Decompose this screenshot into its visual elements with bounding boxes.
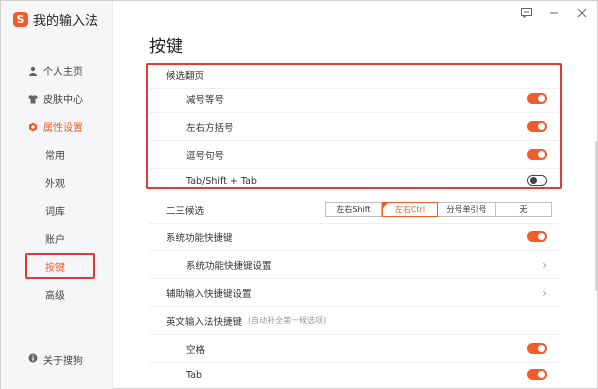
highlight-keys-box (25, 253, 95, 279)
sidebar-item-profile[interactable]: 个人主页 (28, 63, 83, 78)
option-label: 辅助输入快捷键设置 (166, 288, 252, 300)
system-shortcut-toggle[interactable] (527, 231, 547, 242)
about-link[interactable]: 关于搜狗 (28, 352, 83, 367)
second-third-segmented-control: 左右Shift 左右Ctrl 分号单引号 无 (325, 202, 552, 217)
option-label: 系统功能快捷键设置 (186, 260, 272, 272)
shirt-icon (28, 94, 38, 104)
tab-toggle[interactable] (527, 369, 547, 380)
space-toggle[interactable] (527, 343, 547, 354)
settings-icon (28, 122, 38, 132)
sidebar-item-label: 皮肤中心 (43, 95, 83, 106)
candidate-paging-highlight-box (146, 63, 562, 189)
app-title: 我的输入法 (33, 14, 99, 29)
info-icon (28, 353, 38, 366)
minimize-icon[interactable] (547, 6, 561, 20)
sidebar-item-label: 属性设置 (43, 123, 83, 134)
option-note: (自动补全第一候选项) (248, 316, 327, 325)
sidebar-subitem-dictionary[interactable]: 词库 (45, 203, 65, 218)
sogou-logo-icon: S (13, 12, 28, 27)
option-label: Tab (186, 369, 203, 381)
person-icon (28, 66, 38, 76)
english-shortcut-header-row: 英文输入法快捷键 (自动补全第一候选项) (149, 307, 559, 335)
choice-semicolon-quote[interactable]: 分号单引号 (438, 203, 496, 216)
sidebar-subitem-common[interactable]: 常用 (45, 147, 65, 162)
scrollbar[interactable] (595, 141, 597, 291)
option-label: 系统功能快捷键 (166, 232, 233, 244)
window-controls (519, 6, 589, 20)
option-label: 英文输入法快捷键 (166, 316, 243, 328)
sidebar-subitem-account[interactable]: 账户 (45, 231, 65, 246)
choice-left-right-shift[interactable]: 左右Shift (326, 203, 382, 216)
sidebar-item-label: 个人主页 (43, 67, 83, 78)
about-label: 关于搜狗 (43, 356, 83, 367)
option-row-space: 空格 (149, 335, 559, 363)
feedback-icon[interactable] (519, 6, 533, 20)
sidebar-item-settings[interactable]: 属性设置 (28, 119, 83, 134)
close-icon[interactable] (575, 6, 589, 20)
chevron-right-icon: › (542, 258, 547, 272)
page-title: 按键 (149, 37, 183, 57)
choice-none[interactable]: 无 (496, 203, 551, 216)
choice-left-right-ctrl[interactable]: 左右Ctrl (382, 202, 438, 217)
option-label: 二三候选 (166, 205, 205, 217)
option-label: 空格 (186, 344, 206, 356)
aux-input-shortcut-row[interactable]: 辅助输入快捷键设置 › (149, 279, 559, 307)
sidebar-item-skins[interactable]: 皮肤中心 (28, 91, 83, 106)
sidebar-subitem-appearance[interactable]: 外观 (45, 175, 65, 190)
sidebar-subitem-advanced[interactable]: 高级 (45, 287, 65, 302)
system-shortcut-settings-row[interactable]: 系统功能快捷键设置 › (149, 251, 559, 279)
option-row-tab: Tab (149, 361, 559, 389)
chevron-right-icon: › (542, 286, 547, 300)
system-shortcut-row: 系统功能快捷键 (149, 223, 559, 251)
app-logo: S 我的输入法 (13, 10, 98, 29)
sidebar: S 我的输入法 个人主页 皮肤中心 属性设置 常用 外观 词库 账户 按键 高级 (1, 1, 113, 389)
settings-window: S 我的输入法 个人主页 皮肤中心 属性设置 常用 外观 词库 账户 按键 高级 (0, 0, 598, 389)
